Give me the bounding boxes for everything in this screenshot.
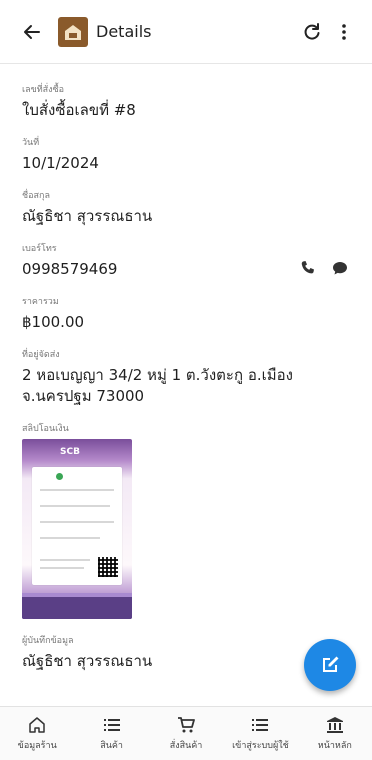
date-value: 10/1/2024 [22,154,99,172]
slip-label: สลิปโอนเงิน [22,424,69,434]
total-value: ฿100.00 [22,313,85,331]
total-label: ราคารวม [22,297,59,307]
app-bar: Details [0,0,372,64]
name-value: ณัฐธิชา สุวรรณธาน [22,207,153,225]
phone-label: เบอร์โทร [22,244,57,254]
page-title: Details [96,22,152,41]
qr-code-icon [98,557,118,577]
nav-label-products: สินค้า [100,741,123,751]
name-label: ชื่อสกุล [22,191,50,201]
address-label: ที่อยู่จัดส่ง [22,350,60,360]
more-vertical-icon[interactable] [328,16,360,48]
slip-field: สลิปโอนเงิน SCB [22,421,356,619]
nav-label-home: หน้าหลัก [317,741,352,751]
refresh-icon[interactable] [296,16,328,48]
list-icon [251,715,269,735]
nav-label-user-login: เข้าสู่ระบบผู้ใช้ [232,741,289,751]
recorder-label: ผู้บันทึกข้อมูล [22,636,74,646]
phone-field: เบอร์โทร 0998579469 [22,241,356,280]
address-value: 2 หอเบญญา 34/2 หมู่ 1 ต.วังตะกู อ.เมือง … [22,366,293,405]
nav-label-store-info: ข้อมูลร้าน [17,741,57,751]
message-icon[interactable] [332,260,348,280]
arrow-left-icon[interactable] [16,16,48,48]
phone-icon[interactable] [300,260,316,280]
date-label: วันที่ [22,138,40,148]
transfer-slip-image[interactable]: SCB [22,439,132,619]
edit-icon [323,656,339,672]
nav-item-products[interactable]: สินค้า [74,707,148,760]
nav-label-order: สั่งสินค้า [169,741,203,751]
nav-item-store-info[interactable]: ข้อมูลร้าน [0,707,74,760]
cart-icon [177,715,195,735]
date-field: วันที่ 10/1/2024 [22,135,356,174]
nav-item-home[interactable]: หน้าหลัก [298,707,372,760]
slip-bank-name: SCB [60,447,80,457]
edit-button[interactable] [304,639,356,691]
order-number-label: เลขที่สั่งซื้อ [22,85,65,95]
nav-item-user-login[interactable]: เข้าสู่ระบบผู้ใช้ [223,707,297,760]
success-check-icon [56,473,63,480]
list-icon [103,715,121,735]
total-field: ราคารวม ฿100.00 [22,294,356,333]
bottom-navigation: ข้อมูลร้าน สินค้า สั่งสินค้า เข้าสู่ระบบ… [0,706,372,760]
nav-item-order[interactable]: สั่งสินค้า [149,707,223,760]
order-number-value: ใบสั่งซื้อเลขที่ #8 [22,101,136,119]
name-field: ชื่อสกุล ณัฐธิชา สุวรรณธาน [22,188,356,227]
address-field: ที่อยู่จัดส่ง 2 หอเบญญา 34/2 หมู่ 1 ต.วั… [22,347,356,407]
order-number-field: เลขที่สั่งซื้อ ใบสั่งซื้อเลขที่ #8 [22,82,356,121]
order-details: เลขที่สั่งซื้อ ใบสั่งซื้อเลขที่ #8 วันที… [0,64,372,706]
store-logo [58,16,88,47]
bank-icon [326,715,344,735]
home-icon [28,715,46,735]
phone-value: 0998579469 [22,260,118,278]
